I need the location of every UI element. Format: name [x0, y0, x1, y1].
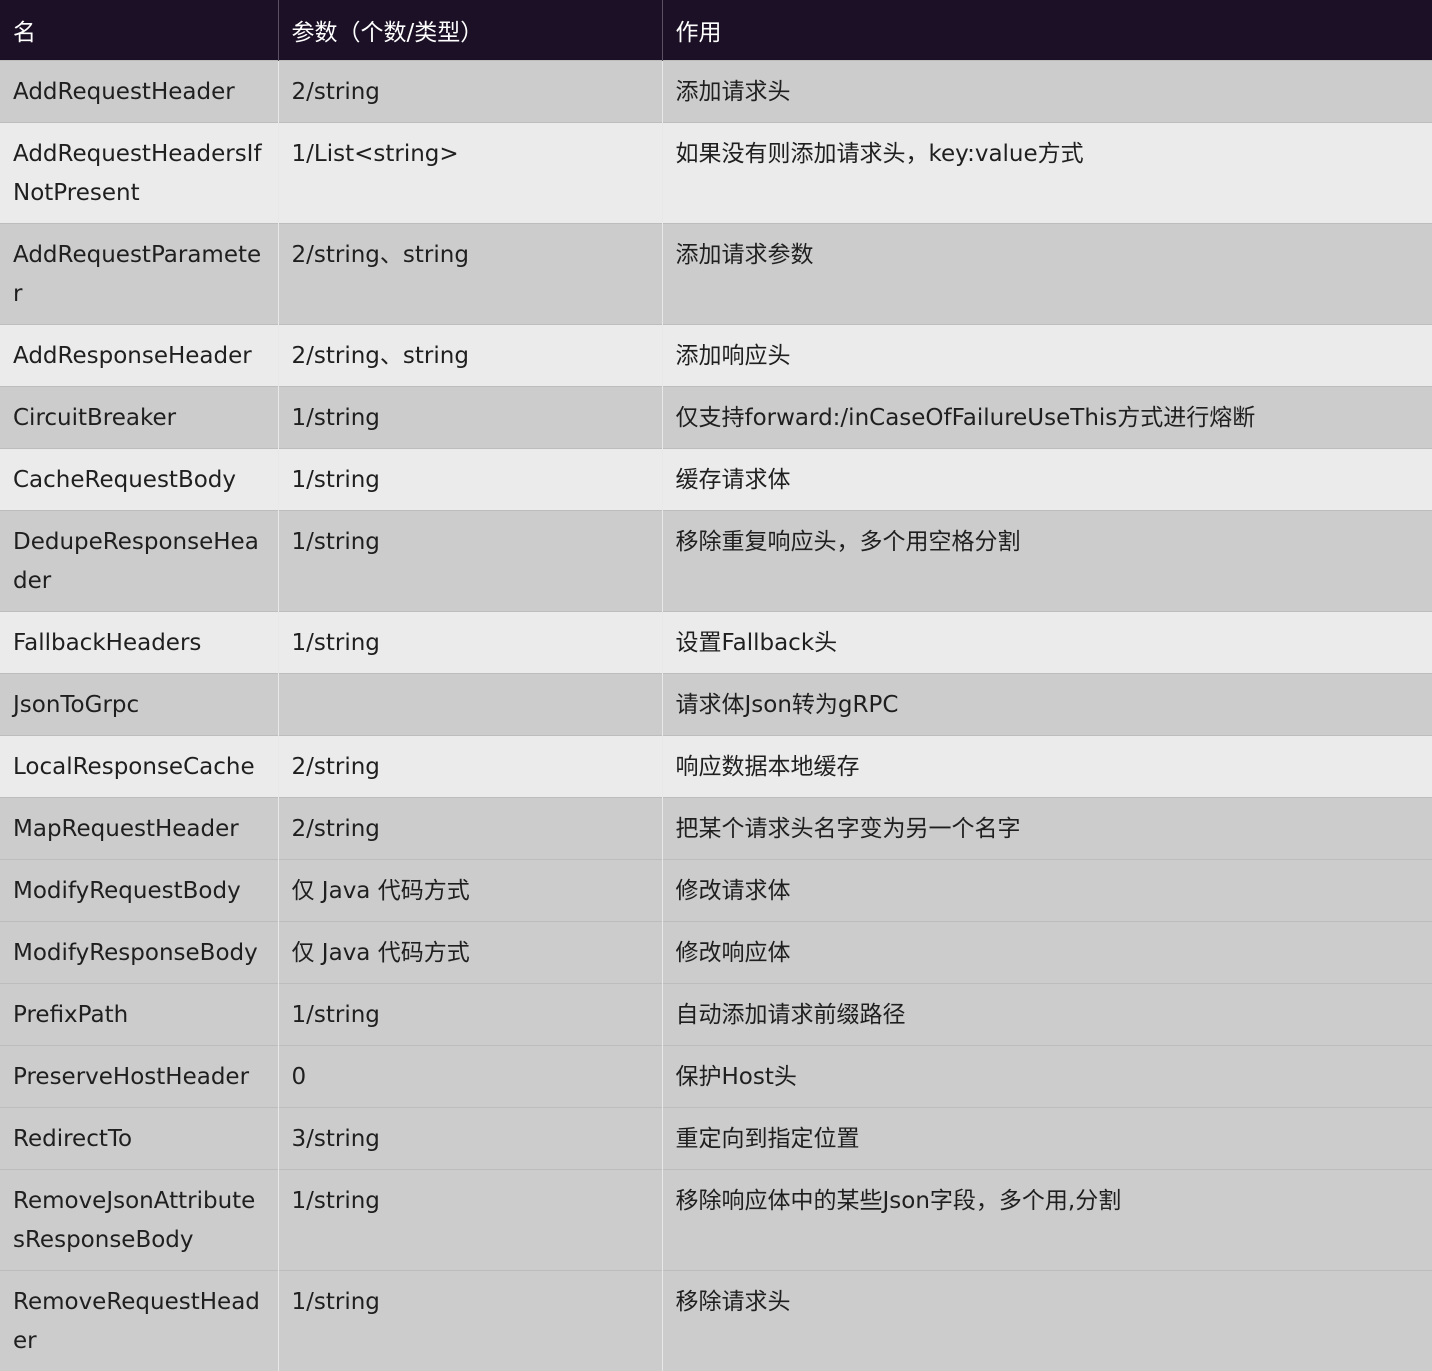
cell-name: AddRequestParameter: [0, 222, 279, 324]
table-row: DedupeResponseHeader 1/string 移除重复响应头，多个…: [0, 509, 1432, 611]
table-row: PreserveHostHeader 0 保护Host头: [0, 1044, 1432, 1107]
cell-params: 3/string: [278, 1106, 663, 1169]
header-purpose: 作用: [662, 0, 1432, 60]
table-row: RemoveJsonAttributesResponseBody 1/strin…: [0, 1168, 1432, 1270]
cell-params: 1/string: [278, 1269, 663, 1371]
cell-params: 1/string: [278, 447, 663, 510]
cell-purpose: 添加响应头: [662, 323, 1432, 386]
table-row: CacheRequestBody 1/string 缓存请求体: [0, 447, 1432, 510]
table-row: AddRequestParameter 2/string、string 添加请求…: [0, 222, 1432, 324]
cell-purpose: 如果没有则添加请求头，key:value方式: [662, 121, 1432, 223]
cell-params: 2/string、string: [278, 222, 663, 324]
cell-purpose: 仅支持forward:/inCaseOfFailureUseThis方式进行熔断: [662, 385, 1432, 448]
cell-params: 0: [278, 1044, 663, 1107]
cell-purpose: 修改请求体: [662, 858, 1432, 921]
cell-purpose: 保护Host头: [662, 1044, 1432, 1107]
table-row: CircuitBreaker 1/string 仅支持forward:/inCa…: [0, 385, 1432, 448]
table-row: RedirectTo 3/string 重定向到指定位置: [0, 1106, 1432, 1169]
cell-name: AddResponseHeader: [0, 323, 279, 386]
cell-name: FallbackHeaders: [0, 610, 279, 673]
table-row: FallbackHeaders 1/string 设置Fallback头: [0, 610, 1432, 673]
table-header-row: 名 参数（个数/类型） 作用: [0, 0, 1432, 60]
cell-name: CircuitBreaker: [0, 385, 279, 448]
cell-purpose: 把某个请求头名字变为另一个名字: [662, 796, 1432, 859]
cell-params: 仅 Java 代码方式: [278, 858, 663, 921]
cell-purpose: 请求体Json转为gRPC: [662, 672, 1432, 735]
cell-purpose: 移除请求头: [662, 1269, 1432, 1371]
cell-name: AddRequestHeadersIfNotPresent: [0, 121, 279, 223]
cell-name: PrefixPath: [0, 982, 279, 1045]
table-row: ModifyRequestBody 仅 Java 代码方式 修改请求体: [0, 858, 1432, 921]
cell-params: 1/string: [278, 1168, 663, 1270]
cell-params: 2/string: [278, 59, 663, 122]
cell-name: DedupeResponseHeader: [0, 509, 279, 611]
cell-name: ModifyRequestBody: [0, 858, 279, 921]
cell-name: LocalResponseCache: [0, 734, 279, 797]
cell-name: PreserveHostHeader: [0, 1044, 279, 1107]
table-row: AddResponseHeader 2/string、string 添加响应头: [0, 323, 1432, 386]
cell-purpose: 设置Fallback头: [662, 610, 1432, 673]
cell-name: JsonToGrpc: [0, 672, 279, 735]
table-row: ModifyResponseBody 仅 Java 代码方式 修改响应体: [0, 920, 1432, 983]
cell-purpose: 添加请求参数: [662, 222, 1432, 324]
header-name: 名: [0, 0, 279, 60]
cell-name: AddRequestHeader: [0, 59, 279, 122]
cell-name: RedirectTo: [0, 1106, 279, 1169]
cell-params: 1/List<string>: [278, 121, 663, 223]
table-row: MapRequestHeader 2/string 把某个请求头名字变为另一个名…: [0, 796, 1432, 859]
cell-purpose: 修改响应体: [662, 920, 1432, 983]
table-row: AddRequestHeader 2/string 添加请求头: [0, 59, 1432, 122]
cell-name: RemoveJsonAttributesResponseBody: [0, 1168, 279, 1270]
gateway-filters-table: 名 参数（个数/类型） 作用 AddRequestHeader 2/string…: [0, 0, 1432, 1371]
cell-purpose: 响应数据本地缓存: [662, 734, 1432, 797]
cell-params: 1/string: [278, 509, 663, 611]
cell-purpose: 移除响应体中的某些Json字段，多个用,分割: [662, 1168, 1432, 1270]
cell-params: 2/string、string: [278, 323, 663, 386]
header-params: 参数（个数/类型）: [278, 0, 663, 60]
cell-name: MapRequestHeader: [0, 796, 279, 859]
cell-purpose: 自动添加请求前缀路径: [662, 982, 1432, 1045]
cell-name: CacheRequestBody: [0, 447, 279, 510]
cell-purpose: 重定向到指定位置: [662, 1106, 1432, 1169]
cell-params: 1/string: [278, 610, 663, 673]
table-row: RemoveRequestHeader 1/string 移除请求头: [0, 1269, 1432, 1371]
cell-params: [278, 672, 663, 735]
cell-params: 2/string: [278, 734, 663, 797]
cell-params: 2/string: [278, 796, 663, 859]
cell-name: RemoveRequestHeader: [0, 1269, 279, 1371]
table-row: JsonToGrpc 请求体Json转为gRPC: [0, 672, 1432, 735]
table-row: LocalResponseCache 2/string 响应数据本地缓存: [0, 734, 1432, 797]
cell-name: ModifyResponseBody: [0, 920, 279, 983]
table-row: AddRequestHeadersIfNotPresent 1/List<str…: [0, 121, 1432, 223]
cell-params: 仅 Java 代码方式: [278, 920, 663, 983]
cell-params: 1/string: [278, 385, 663, 448]
cell-params: 1/string: [278, 982, 663, 1045]
table-row: PrefixPath 1/string 自动添加请求前缀路径: [0, 982, 1432, 1045]
cell-purpose: 添加请求头: [662, 59, 1432, 122]
cell-purpose: 移除重复响应头，多个用空格分割: [662, 509, 1432, 611]
cell-purpose: 缓存请求体: [662, 447, 1432, 510]
